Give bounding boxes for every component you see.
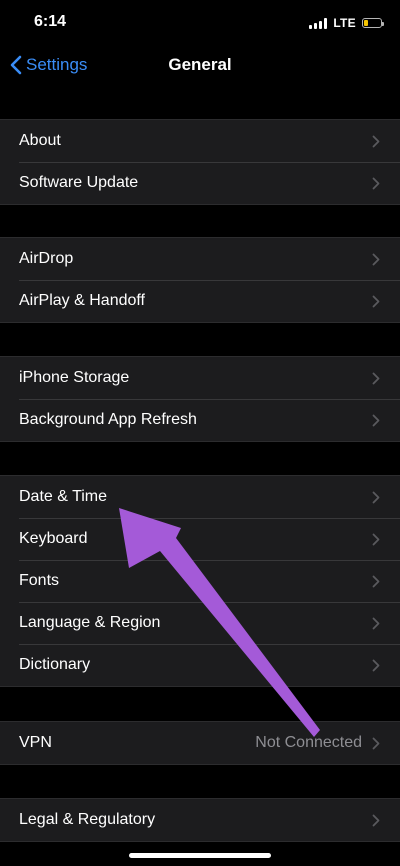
settings-group-vpn: VPN Not Connected [0,721,400,765]
network-type: LTE [333,16,356,30]
row-label: Legal & Regulatory [19,811,156,828]
battery-icon [362,18,384,28]
status-bar: 6:14 LTE [0,0,400,46]
settings-row-legal-regulatory[interactable]: Legal & Regulatory [0,799,400,841]
chevron-right-icon [372,659,380,671]
row-label: About [19,132,61,149]
settings-row-keyboard[interactable]: Keyboard [0,518,400,560]
chevron-right-icon [372,253,380,265]
chevron-right-icon [372,617,380,629]
settings-group-about: About Software Update [0,119,400,205]
row-label: Background App Refresh [19,411,197,428]
settings-group-date-language: Date & Time Keyboard Fonts Language & Re… [0,475,400,687]
chevron-right-icon [372,814,380,826]
row-label: Language & Region [19,614,161,631]
chevron-right-icon [372,135,380,147]
row-label: AirDrop [19,250,74,267]
row-label: Fonts [19,572,60,589]
row-label: Date & Time [19,488,108,505]
settings-group-storage: iPhone Storage Background App Refresh [0,356,400,442]
row-label: Software Update [19,174,139,191]
row-label: AirPlay & Handoff [19,292,145,309]
row-label: VPN [19,734,52,751]
settings-row-background-app-refresh[interactable]: Background App Refresh [0,399,400,441]
chevron-right-icon [372,533,380,545]
settings-row-vpn[interactable]: VPN Not Connected [0,722,400,764]
chevron-right-icon [372,177,380,189]
row-label: Keyboard [19,530,88,547]
vpn-status: Not Connected [255,734,362,751]
settings-row-fonts[interactable]: Fonts [0,560,400,602]
navigation-bar: Settings General [0,46,400,84]
settings-row-language-region[interactable]: Language & Region [0,602,400,644]
page-title: General [168,55,232,74]
settings-row-date-time[interactable]: Date & Time [0,476,400,518]
row-label: Dictionary [19,656,91,673]
settings-row-airplay-handoff[interactable]: AirPlay & Handoff [0,280,400,322]
battery-level [364,20,368,26]
settings-row-dictionary[interactable]: Dictionary [0,644,400,686]
status-time: 6:14 [34,13,67,30]
settings-row-airdrop[interactable]: AirDrop [0,238,400,280]
status-indicators: LTE [309,16,384,30]
settings-row-about[interactable]: About [0,120,400,162]
chevron-right-icon [372,372,380,384]
settings-row-iphone-storage[interactable]: iPhone Storage [0,357,400,399]
chevron-right-icon [372,575,380,587]
settings-row-software-update[interactable]: Software Update [0,162,400,204]
settings-group-legal: Legal & Regulatory [0,798,400,842]
cellular-signal-icon [309,17,328,29]
home-indicator[interactable] [129,853,271,858]
chevron-right-icon [372,491,380,503]
settings-group-airdrop: AirDrop AirPlay & Handoff [0,237,400,323]
chevron-right-icon [372,414,380,426]
row-label: iPhone Storage [19,369,130,386]
chevron-right-icon [372,737,380,749]
chevron-right-icon [372,295,380,307]
